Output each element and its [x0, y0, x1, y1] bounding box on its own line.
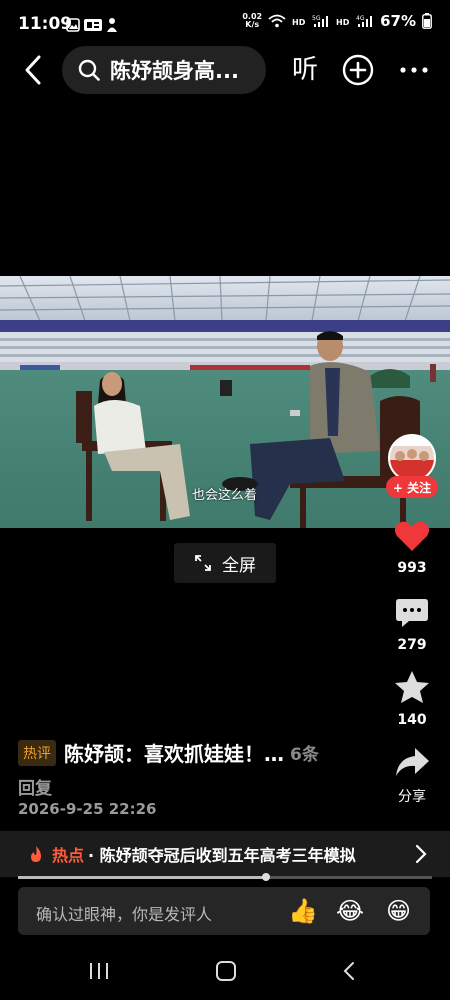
- fire-icon: [31, 846, 41, 862]
- wifi-icon: [268, 14, 286, 28]
- signal-5g-icon: 5G: [312, 15, 329, 27]
- app-notification-icon: [107, 18, 117, 32]
- like-button[interactable]: 993: [382, 520, 442, 576]
- comment-bar: 确认过眼神，你是发评人 👍 😂 😁: [18, 887, 430, 935]
- post-title-row[interactable]: 热评 陈妤颉：喜欢抓娃娃！… 6条: [18, 738, 378, 767]
- search-icon: [78, 59, 100, 81]
- hd-icon-2: HD: [336, 18, 350, 26]
- more-button[interactable]: [396, 54, 432, 86]
- follow-button[interactable]: + 关注: [386, 476, 438, 498]
- avatar[interactable]: [388, 434, 436, 482]
- system-nav-bar: [0, 950, 450, 1000]
- battery-percent: 67%: [380, 12, 416, 30]
- like-count: 993: [397, 560, 427, 576]
- video-progress-handle[interactable]: [262, 873, 270, 881]
- back-button[interactable]: [16, 52, 50, 88]
- hot-comment-badge: 热评: [18, 739, 56, 766]
- fullscreen-button[interactable]: 全屏: [174, 543, 276, 583]
- add-icon[interactable]: [342, 54, 374, 86]
- top-bar: 陈妤颉身高... 听: [0, 46, 450, 94]
- reply-count: 6条: [290, 745, 319, 765]
- recent-apps-icon[interactable]: [88, 962, 110, 980]
- comment-button[interactable]: 279: [382, 597, 442, 653]
- nav-back-icon[interactable]: [342, 960, 356, 982]
- share-button[interactable]: 分享: [382, 746, 442, 806]
- favorite-count: 140: [397, 712, 427, 728]
- hot-topic-text: · 陈妤颉夺冠后收到五年高考三年模拟: [88, 846, 356, 865]
- search-query: 陈妤颉身高...: [110, 59, 239, 83]
- svg-text:5G: 5G: [312, 15, 321, 22]
- news-app-icon: [84, 19, 102, 31]
- heart-icon: [394, 521, 430, 551]
- grinning-emoji-icon[interactable]: 😁: [386, 897, 411, 925]
- fullscreen-label: 全屏: [222, 555, 256, 576]
- thumbs-up-emoji-icon[interactable]: 👍: [288, 897, 318, 925]
- svg-text:HD: HD: [292, 18, 306, 26]
- network-speed-unit: K/s: [245, 20, 260, 29]
- battery-icon: [422, 13, 432, 29]
- status-bar: 11:09 0.02 K/s HD 5G HD 4G 67%: [0, 0, 450, 50]
- hot-label: 热点: [52, 846, 85, 865]
- hot-topic-bar[interactable]: 热点 · 陈妤颉夺冠后收到五年高考三年模拟: [0, 831, 450, 877]
- reply-link[interactable]: 回复: [18, 774, 52, 799]
- star-icon: [395, 671, 429, 703]
- chevron-right-icon: [415, 844, 427, 864]
- avatar-image: [390, 436, 434, 480]
- search-box[interactable]: 陈妤颉身高...: [62, 46, 266, 94]
- video-player[interactable]: 也会这么着: [0, 276, 450, 528]
- more-icon: [400, 67, 428, 73]
- share-label: 分享: [398, 789, 426, 805]
- svg-text:HD: HD: [336, 18, 350, 26]
- home-icon[interactable]: [214, 960, 238, 982]
- comment-count: 279: [397, 637, 427, 653]
- post-title: 陈妤颉：喜欢抓娃娃！…: [64, 742, 284, 766]
- share-icon: [396, 748, 429, 776]
- video-progress-fill: [18, 876, 266, 879]
- gallery-icon: [66, 18, 80, 32]
- fullscreen-icon: [195, 555, 211, 571]
- status-right: 0.02 K/s HD 5G HD 4G 67%: [242, 12, 432, 30]
- comment-input[interactable]: 确认过眼神，你是发评人: [36, 901, 212, 925]
- back-arrow-icon: [25, 55, 41, 85]
- video-subtitle: 也会这么着: [192, 488, 258, 503]
- listen-button[interactable]: 听: [288, 52, 322, 88]
- laughing-emoji-icon[interactable]: 😂: [336, 897, 364, 925]
- post-date: 2026-9-25 22:26: [18, 800, 157, 818]
- status-time: 11:09: [18, 14, 73, 34]
- svg-text:4G: 4G: [356, 15, 365, 22]
- comment-icon: [396, 599, 428, 627]
- hd-icon: HD: [292, 18, 306, 26]
- favorite-button[interactable]: 140: [382, 670, 442, 728]
- signal-4g-icon: 4G: [356, 15, 373, 27]
